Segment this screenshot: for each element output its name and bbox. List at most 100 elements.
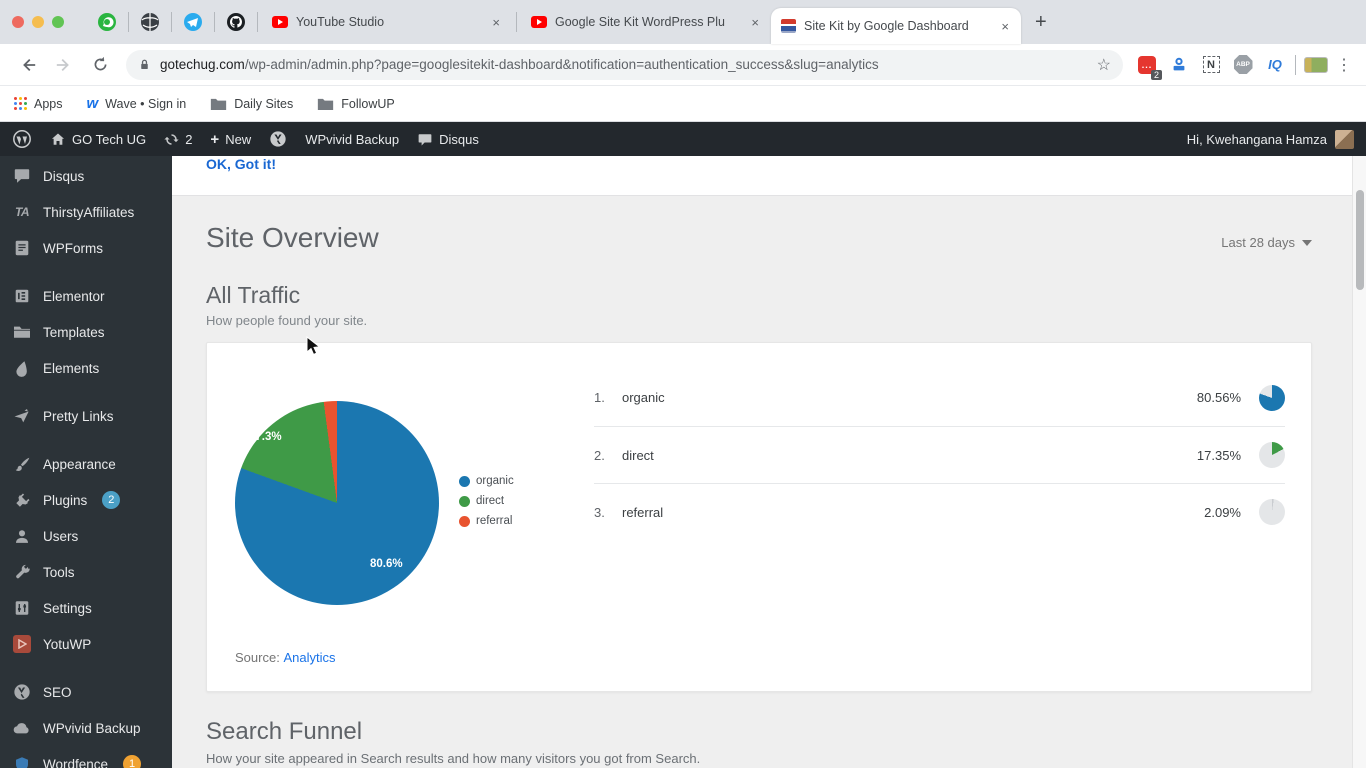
sidebar-item-templates[interactable]: Templates [0, 314, 172, 350]
tab-youtube-studio[interactable]: YouTube Studio × [262, 5, 512, 39]
extension-iq-icon[interactable]: IQ [1262, 52, 1288, 78]
gtu-favicon [781, 19, 796, 33]
avatar [1335, 129, 1354, 149]
yoast-menu[interactable] [269, 130, 287, 148]
github-icon[interactable] [225, 11, 247, 33]
back-icon[interactable] [14, 51, 42, 79]
channel-value: 80.56% [1196, 390, 1241, 405]
tab-close-icon[interactable]: × [490, 15, 502, 30]
new-tab-button[interactable]: + [1035, 11, 1047, 34]
tab-title: Google Site Kit WordPress Plu [555, 15, 725, 29]
account-menu[interactable]: Hi, Kwehangana Hamza [1187, 129, 1354, 149]
forward-icon[interactable] [50, 51, 78, 79]
cloud-icon [12, 721, 32, 735]
bookmark-wave[interactable]: w Wave • Sign in [87, 95, 187, 112]
youtube-favicon [272, 16, 288, 28]
window-minimize-button[interactable] [32, 16, 44, 28]
traffic-pie-chart: 17.3% 80.6% [235, 401, 439, 605]
tab-sitekit-dashboard[interactable]: Site Kit by Google Dashboard × [771, 8, 1021, 44]
lock-icon [141, 59, 148, 70]
browser-window: YouTube Studio × Google Site Kit WordPre… [0, 0, 1366, 768]
telegram-icon[interactable] [182, 11, 204, 33]
extension-adblock-icon[interactable]: ABP [1230, 52, 1256, 78]
bookmarks-bar: Apps w Wave • Sign in Daily Sites Follow… [0, 86, 1366, 122]
sidebar-item-thirstyaffiliates[interactable]: TA ThirstyAffiliates [0, 194, 172, 230]
updates-menu[interactable]: 2 [164, 132, 192, 147]
extension-n-clipper-icon[interactable]: N [1198, 52, 1224, 78]
section-subtitle: How people found your site. [206, 313, 368, 328]
analytics-link[interactable]: Analytics [283, 650, 335, 665]
url-text: gotechug.com/wp-admin/admin.php?page=goo… [160, 57, 879, 72]
separator [516, 12, 517, 32]
extension-stamp-icon[interactable] [1166, 52, 1192, 78]
mini-pie-icon [1259, 442, 1285, 468]
folder-icon [318, 98, 334, 110]
table-row: 2. direct 17.35% [594, 426, 1285, 483]
bookmark-folder-followup[interactable]: FollowUP [317, 97, 395, 111]
wp-logo-menu[interactable] [12, 129, 32, 149]
sidebar-item-pretty-links[interactable]: Pretty Links [0, 398, 172, 434]
user-icon [12, 528, 32, 545]
tab-strip: YouTube Studio × Google Site Kit WordPre… [0, 0, 1366, 44]
sidebar-item-seo[interactable]: SEO [0, 674, 172, 710]
sidebar-item-plugins[interactable]: Plugins 2 [0, 482, 172, 518]
plug-icon [12, 492, 32, 509]
channel-label: direct [622, 447, 654, 463]
tab-close-icon[interactable]: × [749, 15, 761, 30]
channel-value: 2.09% [1204, 504, 1241, 520]
reload-icon[interactable] [86, 51, 114, 79]
update-icon [164, 133, 179, 145]
omnibox[interactable]: gotechug.com/wp-admin/admin.php?page=goo… [126, 49, 1123, 80]
form-icon [12, 239, 32, 257]
ok-got-it-link[interactable]: OK, Got it! [206, 156, 276, 172]
sidebar-item-appearance[interactable]: Appearance [0, 446, 172, 482]
menu-kebab-icon[interactable]: ⋮ [1336, 55, 1352, 75]
sidebar-item-wpvivid[interactable]: WPvivid Backup [0, 710, 172, 746]
comment-icon [418, 133, 432, 145]
separator [1295, 54, 1296, 75]
wp-sidebar: Disqus TA ThirstyAffiliates WPForms Elem… [0, 156, 172, 768]
whatsapp-icon[interactable] [96, 11, 118, 33]
new-content-menu[interactable]: + New [210, 131, 251, 148]
wpvivid-menu[interactable]: WPvivid Backup [305, 132, 399, 147]
disqus-menu[interactable]: Disqus [417, 132, 479, 147]
separator [128, 12, 129, 32]
sidebar-item-users[interactable]: Users [0, 518, 172, 554]
sidebar-item-disqus[interactable]: Disqus [0, 158, 172, 194]
chevron-down-icon [1302, 239, 1312, 246]
bookmark-folder-daily-sites[interactable]: Daily Sites [210, 97, 293, 111]
site-name-menu[interactable]: GO Tech UG [50, 132, 146, 147]
browser-toolbar: gotechug.com/wp-admin/admin.php?page=goo… [0, 44, 1366, 86]
profile-avatar[interactable] [1303, 52, 1329, 78]
mini-pie-icon [1259, 384, 1285, 411]
window-close-button[interactable] [12, 16, 24, 28]
wordfence-count-badge: 1 [123, 755, 142, 768]
wave-icon: w [86, 95, 99, 112]
tab-sitekit-plugin[interactable]: Google Site Kit WordPress Plu × [521, 5, 771, 39]
apps-shortcut[interactable]: Apps [14, 97, 63, 111]
sidebar-item-tools[interactable]: Tools [0, 554, 172, 590]
date-range-select[interactable]: Last 28 days [1221, 235, 1312, 250]
elementor-icon [12, 287, 32, 305]
yoast-icon [12, 683, 32, 701]
window-zoom-button[interactable] [52, 16, 64, 28]
sidebar-item-elements[interactable]: Elements [0, 350, 172, 386]
home-icon [52, 133, 64, 145]
sidebar-item-wordfence[interactable]: Wordfence 1 [0, 746, 172, 768]
sidebar-item-wpforms[interactable]: WPForms [0, 230, 172, 266]
folder-icon [211, 98, 227, 110]
tab-close-icon[interactable]: × [999, 19, 1011, 34]
legend-dot-icon [459, 495, 470, 507]
scrollbar-track[interactable] [1352, 156, 1366, 768]
extension-red-icon[interactable]: ... 2 [1134, 52, 1162, 80]
source-line: Source: Analytics [235, 650, 336, 665]
sidebar-item-yotuwp[interactable]: YotuWP [0, 626, 172, 662]
apps-grid-icon [14, 97, 27, 110]
sidebar-item-settings[interactable]: Settings [0, 590, 172, 626]
browser-globe-icon[interactable] [139, 11, 161, 33]
legend-item-organic: organic [459, 471, 514, 491]
bookmark-star-icon[interactable]: ☆ [1097, 55, 1111, 75]
sidebar-item-elementor[interactable]: Elementor [0, 278, 172, 314]
scrollbar-thumb[interactable] [1356, 190, 1364, 290]
table-row: 3. referral 2.09% [594, 483, 1285, 540]
